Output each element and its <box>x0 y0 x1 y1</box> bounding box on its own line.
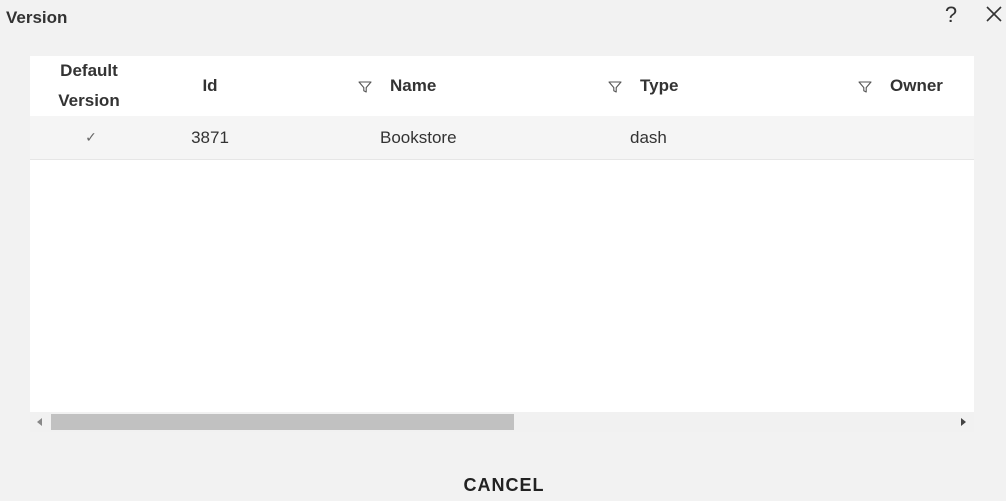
grid-header: Default Version Id Name Type Owner <box>30 56 974 116</box>
version-grid: Default Version Id Name Type Owner ✓ 387… <box>30 56 974 432</box>
column-header-type[interactable]: Type <box>608 56 840 116</box>
cancel-button[interactable]: CANCEL <box>454 470 554 500</box>
horizontal-scrollbar[interactable] <box>30 412 974 432</box>
cell-default-version: ✓ <box>30 116 152 159</box>
scrollbar-thumb[interactable] <box>51 414 514 430</box>
checkmark-icon: ✓ <box>85 129 97 145</box>
cell-name: Bookstore <box>380 127 457 147</box>
cell-type: dash <box>630 127 667 147</box>
close-button[interactable] <box>984 4 1004 24</box>
close-icon <box>986 6 1002 22</box>
column-header-id[interactable]: Id <box>148 56 272 116</box>
scroll-right-arrow-icon[interactable] <box>957 416 969 428</box>
cell-id: 3871 <box>191 127 229 147</box>
column-header-owner[interactable]: Owner <box>858 56 974 116</box>
help-button[interactable]: ? <box>940 2 962 28</box>
scroll-left-arrow-icon[interactable] <box>34 416 46 428</box>
dialog-title: Version <box>6 8 68 27</box>
column-header-default-line1: Default <box>60 61 118 80</box>
column-header-default-line2: Version <box>58 91 120 110</box>
table-row[interactable]: ✓ 3871 Bookstore dash <box>30 116 974 160</box>
version-dialog: Version ? Default Version Id Name Type O… <box>0 0 1006 501</box>
column-header-default-version[interactable]: Default Version <box>30 56 148 116</box>
column-header-name[interactable]: Name <box>358 56 590 116</box>
